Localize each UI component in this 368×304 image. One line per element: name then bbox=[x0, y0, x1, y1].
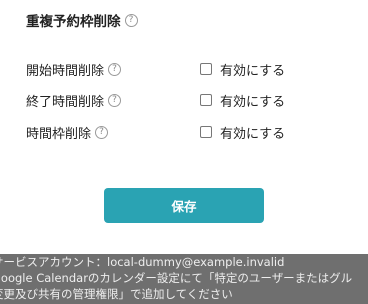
checkbox-label[interactable]: 有効にする bbox=[220, 60, 285, 79]
option-label-time-slot: 時間枠削除 bbox=[26, 126, 92, 142]
help-icon[interactable]: ? bbox=[108, 93, 122, 107]
enable-checkbox-end-time[interactable]: 有効にする bbox=[200, 91, 285, 110]
enable-checkbox-start-time[interactable]: 有効にする bbox=[200, 60, 285, 79]
checkbox[interactable] bbox=[200, 126, 212, 138]
service-account-footer: サービスアカウント：local-dummy@example.invalid Go… bbox=[0, 254, 368, 304]
settings-panel: 重複予約枠削除 ? 開始時間削除 ? 有効にする 終了時間削除 ? 有効にする … bbox=[0, 0, 368, 254]
option-row-time-slot: 時間枠削除 ? 有効にする bbox=[26, 122, 346, 142]
footer-instructions-line1: Google Calendarのカレンダー設定にて「特定のユーザーまたはグル bbox=[0, 271, 353, 285]
option-label-end-time: 終了時間削除 bbox=[26, 94, 105, 110]
enable-checkbox-time-slot[interactable]: 有効にする bbox=[200, 123, 285, 142]
option-label-start-time: 開始時間削除 bbox=[26, 63, 105, 79]
checkbox-label[interactable]: 有効にする bbox=[220, 123, 285, 142]
checkbox[interactable] bbox=[200, 94, 212, 106]
help-icon[interactable]: ? bbox=[124, 13, 138, 27]
help-icon[interactable]: ? bbox=[108, 62, 122, 76]
section-title: 重複予約枠削除 bbox=[26, 14, 121, 30]
save-button[interactable]: 保存 bbox=[104, 188, 264, 223]
help-icon[interactable]: ? bbox=[95, 125, 109, 139]
footer-service-account: サービスアカウント：local-dummy@example.invalid bbox=[0, 255, 285, 269]
section-header: 重複予約枠削除 ? bbox=[26, 10, 138, 30]
checkbox[interactable] bbox=[200, 63, 212, 75]
checkbox-label[interactable]: 有効にする bbox=[220, 91, 285, 110]
option-row-start-time: 開始時間削除 ? 有効にする bbox=[26, 59, 346, 79]
option-row-end-time: 終了時間削除 ? 有効にする bbox=[26, 90, 346, 110]
footer-instructions-line2: 変更及び共有の管理権限」で追加してください bbox=[0, 287, 233, 301]
